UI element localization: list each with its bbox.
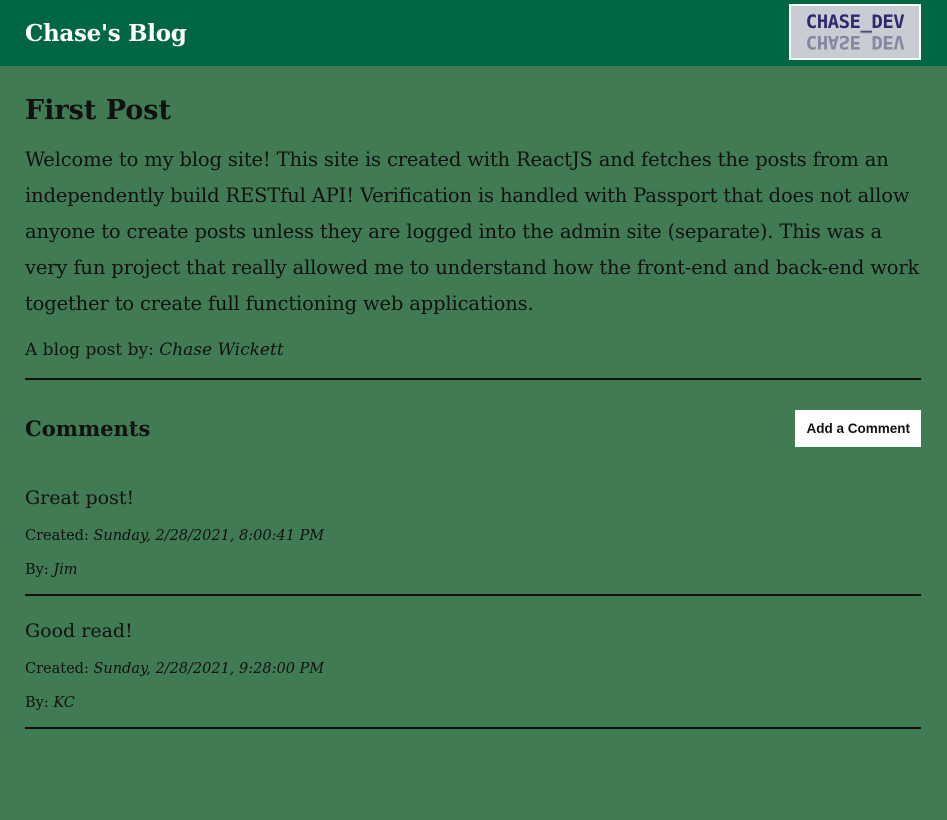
comment-created-date: Sunday, 2/28/2021, 9:28:00 PM — [93, 661, 325, 677]
comment-author-name: KC — [53, 695, 75, 711]
post-author-line: A blog post by: Chase Wickett — [25, 338, 921, 362]
comments-title: Comments — [25, 415, 151, 441]
post-content: First Post Welcome to my blog site! This… — [0, 94, 947, 729]
comment-created: Created: Sunday, 2/28/2021, 8:00:41 PM — [25, 526, 921, 546]
comment-by-prefix: By: — [25, 695, 54, 711]
comment-created-prefix: Created: — [25, 528, 94, 544]
post-author-prefix: A blog post by: — [25, 340, 160, 360]
post-author-name: Chase Wickett — [159, 340, 284, 360]
site-header: Chase's Blog CHASE_DEV CHASE_DEV — [0, 0, 947, 66]
comment-item: Good read! Created: Sunday, 2/28/2021, 9… — [25, 618, 921, 729]
comments-header: Comments Add a Comment — [25, 409, 921, 447]
post-title: First Post — [25, 95, 171, 126]
comment-created: Created: Sunday, 2/28/2021, 9:28:00 PM — [25, 659, 921, 679]
comment-author: By: KC — [25, 693, 921, 713]
site-logo: CHASE_DEV CHASE_DEV — [789, 4, 921, 60]
comment-item: Great post! Created: Sunday, 2/28/2021, … — [25, 485, 921, 596]
logo-reflection: CHASE_DEV — [805, 31, 905, 53]
comment-divider — [25, 727, 921, 729]
comment-created-prefix: Created: — [25, 661, 94, 677]
comment-by-prefix: By: — [25, 562, 54, 578]
comment-created-date: Sunday, 2/28/2021, 8:00:41 PM — [93, 528, 325, 544]
comment-text: Great post! — [25, 487, 135, 509]
comment-author: By: Jim — [25, 560, 921, 580]
comment-text: Good read! — [25, 620, 133, 642]
post-body: Welcome to my blog site! This site is cr… — [25, 148, 920, 315]
site-title[interactable]: Chase's Blog — [25, 20, 187, 47]
logo-text: CHASE_DEV — [805, 11, 905, 33]
comment-divider — [25, 594, 921, 596]
post-divider — [25, 378, 921, 380]
add-comment-button[interactable]: Add a Comment — [795, 409, 921, 447]
comment-author-name: Jim — [53, 562, 78, 578]
